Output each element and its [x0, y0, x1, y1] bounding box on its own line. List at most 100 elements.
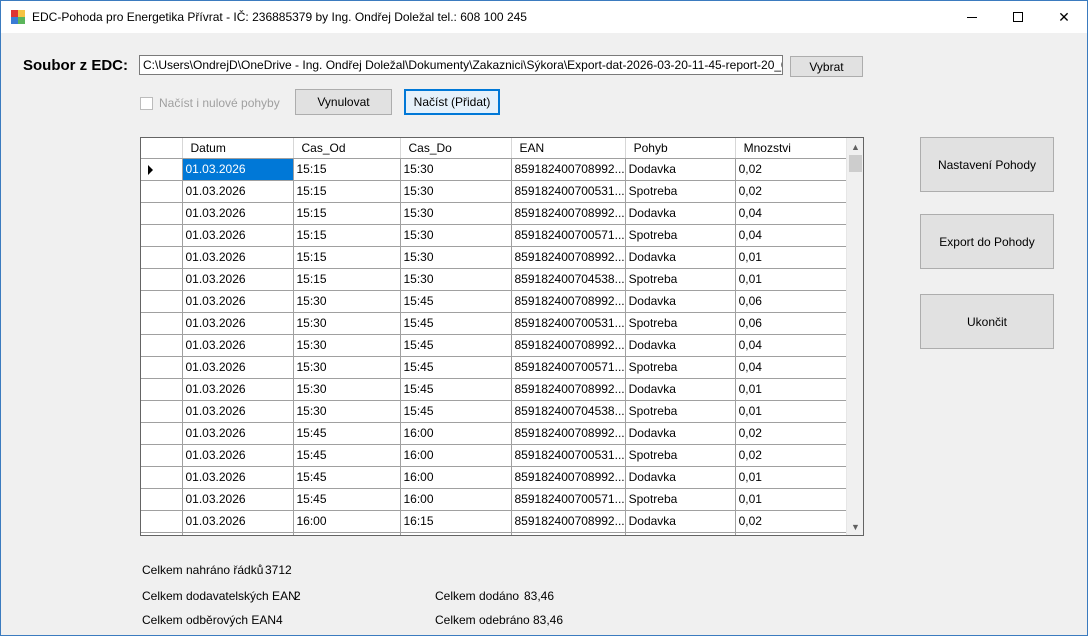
- cell-pohyb[interactable]: Dodavka: [625, 466, 736, 489]
- cell-cas-do[interactable]: 15:45: [400, 312, 512, 335]
- cell-cas-od[interactable]: 15:45: [293, 422, 401, 445]
- cell-ean[interactable]: 859182400708992...: [511, 466, 626, 489]
- cell-ean[interactable]: 859182400700531...: [511, 312, 626, 335]
- cell-datum[interactable]: 01.03.2026: [182, 224, 294, 247]
- data-grid[interactable]: Datum Cas_Od Cas_Do EAN Pohyb Mnozstvi 0…: [140, 137, 864, 536]
- cell-cas-do[interactable]: 15:45: [400, 334, 512, 357]
- cell-cas-od[interactable]: 15:30: [293, 334, 401, 357]
- cell-cas-od[interactable]: 15:15: [293, 202, 401, 225]
- cell-pohyb[interactable]: Spotreba: [625, 488, 736, 511]
- cell-pohyb[interactable]: Spotreba: [625, 444, 736, 467]
- cell-cas-od[interactable]: 15:30: [293, 290, 401, 313]
- cell-cas-od[interactable]: 15:15: [293, 180, 401, 203]
- cell-datum[interactable]: 01.03.2026: [182, 378, 294, 401]
- cell-cas-do[interactable]: 16:15: [400, 510, 512, 533]
- row-header[interactable]: [141, 378, 183, 401]
- scroll-down-icon[interactable]: ▼: [847, 518, 863, 535]
- row-header[interactable]: [141, 290, 183, 313]
- cell-cas-do[interactable]: 15:30: [400, 202, 512, 225]
- vertical-scrollbar[interactable]: ▲ ▼: [846, 138, 863, 535]
- row-header[interactable]: [141, 466, 183, 489]
- cell-pohyb[interactable]: Spotreba: [625, 268, 736, 291]
- cell-pohyb[interactable]: Dodavka: [625, 378, 736, 401]
- cell-mnozstvi[interactable]: 0,02: [735, 180, 847, 203]
- table-row[interactable]: 01.03.2026 16:00 16:15 859182400708992... Do…: [141, 510, 847, 533]
- cell-pohyb[interactable]: Dodavka: [625, 422, 736, 445]
- row-header[interactable]: [141, 202, 183, 225]
- cell-ean[interactable]: 859182400700571...: [511, 356, 626, 379]
- row-header[interactable]: [141, 158, 183, 181]
- file-path-input[interactable]: C:\Users\OndrejD\OneDrive - Ing. Ondřej …: [139, 55, 783, 75]
- cell-cas-do[interactable]: 15:30: [400, 268, 512, 291]
- cell-datum[interactable]: 01.03.2026: [182, 290, 294, 313]
- cell-cas-od[interactable]: [293, 532, 401, 535]
- row-header[interactable]: [141, 532, 183, 535]
- cell-mnozstvi[interactable]: 0,02: [735, 510, 847, 533]
- table-row[interactable]: 01.03.2026 15:30 15:45 859182400708992... Do…: [141, 334, 847, 357]
- row-header[interactable]: [141, 180, 183, 203]
- cell-pohyb[interactable]: Dodavka: [625, 510, 736, 533]
- cell-pohyb[interactable]: Dodavka: [625, 246, 736, 269]
- cell-datum[interactable]: 01.03.2026: [182, 510, 294, 533]
- cell-datum[interactable]: 01.03.2026: [182, 312, 294, 335]
- row-header[interactable]: [141, 356, 183, 379]
- cell-ean[interactable]: 859182400708992...: [511, 422, 626, 445]
- row-header[interactable]: [141, 488, 183, 511]
- cell-cas-od[interactable]: 15:30: [293, 356, 401, 379]
- cell-datum[interactable]: 01.03.2026: [182, 356, 294, 379]
- cell-mnozstvi[interactable]: 0,01: [735, 466, 847, 489]
- table-row[interactable]: 01.03.2026 15:45 16:00 859182400700531... Sp…: [141, 444, 847, 467]
- cell-ean[interactable]: 859182400708992...: [511, 290, 626, 313]
- cell-cas-do[interactable]: 15:30: [400, 180, 512, 203]
- cell-datum[interactable]: 01.03.2026: [182, 180, 294, 203]
- cell-mnozstvi[interactable]: [735, 532, 847, 535]
- table-row[interactable]: 01.03.2026 15:30 15:45 859182400704538... Sp…: [141, 400, 847, 423]
- cell-cas-od[interactable]: 15:30: [293, 400, 401, 423]
- cell-datum[interactable]: 01.03.2026: [182, 466, 294, 489]
- cell-ean[interactable]: 859182400700571...: [511, 224, 626, 247]
- cell-cas-do[interactable]: 15:45: [400, 378, 512, 401]
- row-header[interactable]: [141, 422, 183, 445]
- cell-mnozstvi[interactable]: 0,04: [735, 224, 847, 247]
- scroll-up-icon[interactable]: ▲: [847, 138, 863, 155]
- table-row[interactable]: 01.03.2026 15:30 15:45 859182400700531... Sp…: [141, 312, 847, 335]
- cell-cas-od[interactable]: 15:15: [293, 246, 401, 269]
- table-row[interactable]: 01.03.2026 15:15 15:30 859182400704538... Sp…: [141, 268, 847, 291]
- cell-mnozstvi[interactable]: 0,06: [735, 290, 847, 313]
- cell-mnozstvi[interactable]: 0,04: [735, 356, 847, 379]
- cell-ean[interactable]: [511, 532, 626, 535]
- cell-cas-do[interactable]: 15:45: [400, 356, 512, 379]
- cell-pohyb[interactable]: Dodavka: [625, 158, 736, 181]
- column-header-ean[interactable]: EAN: [511, 138, 626, 159]
- checkbox-box[interactable]: [140, 96, 153, 110]
- column-header-mnozstvi[interactable]: Mnozstvi: [735, 138, 847, 159]
- cell-ean[interactable]: 859182400700531...: [511, 180, 626, 203]
- column-header-datum[interactable]: Datum: [182, 138, 294, 159]
- exit-button[interactable]: Ukončit: [920, 294, 1054, 349]
- cell-ean[interactable]: 859182400704538...: [511, 268, 626, 291]
- cell-cas-od[interactable]: 15:30: [293, 378, 401, 401]
- cell-pohyb[interactable]: Dodavka: [625, 202, 736, 225]
- cell-ean[interactable]: 859182400708992...: [511, 158, 626, 181]
- cell-mnozstvi[interactable]: 0,04: [735, 334, 847, 357]
- cell-ean[interactable]: 859182400708992...: [511, 510, 626, 533]
- cell-pohyb[interactable]: Spotreba: [625, 180, 736, 203]
- cell-pohyb[interactable]: Dodavka: [625, 290, 736, 313]
- cell-cas-od[interactable]: 15:45: [293, 488, 401, 511]
- cell-pohyb[interactable]: Dodavka: [625, 334, 736, 357]
- cell-datum[interactable]: 01.03.2026: [182, 268, 294, 291]
- cell-pohyb[interactable]: Spotreba: [625, 356, 736, 379]
- cell-ean[interactable]: 859182400704538...: [511, 400, 626, 423]
- cell-cas-od[interactable]: 15:15: [293, 268, 401, 291]
- row-header[interactable]: [141, 510, 183, 533]
- cell-ean[interactable]: 859182400708992...: [511, 378, 626, 401]
- cell-datum[interactable]: 01.03.2026: [182, 400, 294, 423]
- table-row[interactable]: 01.03.2026 15:15 15:30 859182400700531... Sp…: [141, 180, 847, 203]
- cell-datum[interactable]: 01.03.2026: [182, 202, 294, 225]
- cell-ean[interactable]: 859182400708992...: [511, 334, 626, 357]
- cell-ean[interactable]: 859182400708992...: [511, 202, 626, 225]
- cell-cas-do[interactable]: 15:45: [400, 400, 512, 423]
- table-row[interactable]: [141, 532, 847, 535]
- cell-cas-do[interactable]: 15:30: [400, 246, 512, 269]
- zero-movements-checkbox[interactable]: Načíst i nulové pohyby: [140, 96, 280, 110]
